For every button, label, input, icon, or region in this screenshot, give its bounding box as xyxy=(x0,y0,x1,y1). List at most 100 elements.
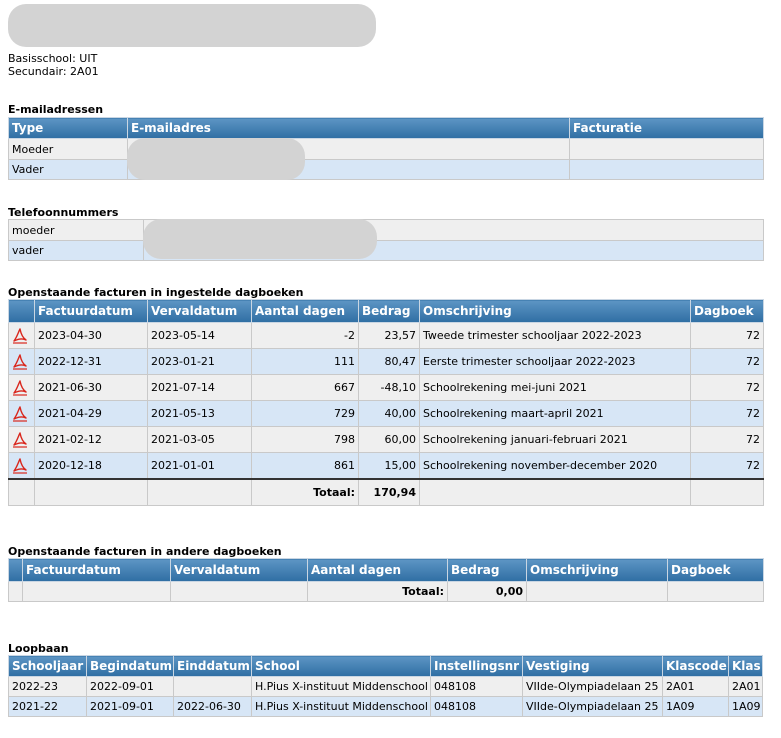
journal: 72 xyxy=(690,426,764,453)
career-vestiging: VIIde-Olympiadelaan 25 xyxy=(522,696,663,717)
career-einddatum: 2022-06-30 xyxy=(173,696,252,717)
header-school[interactable]: School xyxy=(251,655,431,677)
header-dagboek[interactable]: Dagboek xyxy=(690,299,764,323)
career-schooljaar: 2021-22 xyxy=(8,696,87,717)
amount: 40,00 xyxy=(358,400,420,427)
pdf-icon-cell[interactable] xyxy=(8,348,35,375)
journal: 72 xyxy=(690,452,764,480)
pdf-icon[interactable] xyxy=(12,353,28,370)
secundair-text: Secundair: 2A01 xyxy=(8,65,99,78)
phone-type: vader xyxy=(8,240,144,261)
pdf-icon[interactable] xyxy=(12,405,28,422)
career-einddatum xyxy=(173,676,252,697)
basisschool-text: Basisschool: UIT xyxy=(8,52,98,65)
journal: 72 xyxy=(690,322,764,349)
days-count: 729 xyxy=(251,400,359,427)
invoice-date: 2021-04-29 xyxy=(34,400,148,427)
other-invoices-table: Factuurdatum Vervaldatum Aantal dagen Be… xyxy=(8,558,764,602)
header-einddatum[interactable]: Einddatum xyxy=(173,655,252,677)
amount: 60,00 xyxy=(358,426,420,453)
pdf-icon-cell[interactable] xyxy=(8,452,35,480)
header-vervaldatum[interactable]: Vervaldatum xyxy=(170,558,308,582)
due-date: 2021-05-13 xyxy=(147,400,252,427)
email-type: Vader xyxy=(8,159,128,180)
career-title: Loopbaan xyxy=(8,642,69,655)
table-row: moeder xyxy=(8,219,764,241)
email-type: Moeder xyxy=(8,138,128,160)
redacted-email xyxy=(127,138,305,180)
career-schooljaar: 2022-23 xyxy=(8,676,87,697)
pdf-icon[interactable] xyxy=(12,379,28,396)
due-date: 2023-01-21 xyxy=(147,348,252,375)
career-school: H.Pius X-instituut Middenschool xyxy=(251,676,431,697)
total-value: 0,00 xyxy=(447,581,527,602)
pdf-icon-cell[interactable] xyxy=(8,400,35,427)
table-row: 2022-23 2022-09-01 H.Pius X-instituut Mi… xyxy=(8,676,763,697)
career-klas: 2A01 xyxy=(728,676,763,697)
other-invoices-title: Openstaande facturen in andere dagboeken xyxy=(8,545,282,558)
header-dagboek[interactable]: Dagboek xyxy=(667,558,764,582)
table-row: vader xyxy=(8,240,764,261)
header-facturatie[interactable]: Facturatie xyxy=(569,117,764,139)
days-count: 111 xyxy=(251,348,359,375)
career-vestiging: VIIde-Olympiadelaan 25 xyxy=(522,676,663,697)
days-count: 667 xyxy=(251,374,359,401)
open-invoices-title: Openstaande facturen in ingestelde dagbo… xyxy=(8,286,304,299)
header-aantal-dagen[interactable]: Aantal dagen xyxy=(251,299,359,323)
pdf-icon-cell[interactable] xyxy=(8,322,35,349)
career-table: Schooljaar Begindatum Einddatum School I… xyxy=(8,655,763,717)
header-omschrijving[interactable]: Omschrijving xyxy=(419,299,691,323)
description: Tweede trimester schooljaar 2022-2023 xyxy=(419,322,691,349)
journal: 72 xyxy=(690,348,764,375)
invoice-date: 2021-02-12 xyxy=(34,426,148,453)
invoice-row: 2021-02-12 2021-03-05 798 60,00 Schoolrekeni… xyxy=(8,426,764,453)
header-klascode[interactable]: Klascode xyxy=(662,655,729,677)
pdf-icon[interactable] xyxy=(12,431,28,448)
pdf-icon[interactable] xyxy=(12,327,28,344)
header-klas[interactable]: Klas xyxy=(728,655,763,677)
header-type[interactable]: Type xyxy=(8,117,128,139)
header-aantal-dagen[interactable]: Aantal dagen xyxy=(307,558,448,582)
header-omschrijving[interactable]: Omschrijving xyxy=(526,558,668,582)
total-row: Totaal: 170,94 xyxy=(8,478,764,506)
amount: -48,10 xyxy=(358,374,420,401)
open-invoices-table: Factuurdatum Vervaldatum Aantal dagen Be… xyxy=(8,299,764,506)
header-factuurdatum[interactable]: Factuurdatum xyxy=(34,299,148,323)
header-begindatum[interactable]: Begindatum xyxy=(86,655,174,677)
pdf-icon[interactable] xyxy=(12,457,28,474)
description: Schoolrekening mei-juni 2021 xyxy=(419,374,691,401)
pdf-icon-cell[interactable] xyxy=(8,374,35,401)
due-date: 2023-05-14 xyxy=(147,322,252,349)
career-instellingsnr: 048108 xyxy=(430,676,523,697)
description: Eerste trimester schooljaar 2022-2023 xyxy=(419,348,691,375)
header-email[interactable]: E-mailadres xyxy=(127,117,570,139)
total-value: 170,94 xyxy=(358,478,420,506)
journal: 72 xyxy=(690,374,764,401)
days-count: 861 xyxy=(251,452,359,480)
phone-type: moeder xyxy=(8,219,144,241)
career-instellingsnr: 048108 xyxy=(430,696,523,717)
email-facturatie xyxy=(569,138,764,160)
header-schooljaar[interactable]: Schooljaar xyxy=(8,655,87,677)
due-date: 2021-01-01 xyxy=(147,452,252,480)
header-bedrag[interactable]: Bedrag xyxy=(358,299,420,323)
header-instellingsnr[interactable]: Instellingsnr xyxy=(430,655,523,677)
amount: 80,47 xyxy=(358,348,420,375)
invoice-date: 2021-06-30 xyxy=(34,374,148,401)
emails-table: Type E-mailadres Facturatie Moeder Vader xyxy=(8,117,764,180)
journal: 72 xyxy=(690,400,764,427)
invoice-row: 2022-12-31 2023-01-21 111 80,47 Eerste trime… xyxy=(8,348,764,375)
table-row: Moeder xyxy=(8,138,764,160)
pdf-icon-cell[interactable] xyxy=(8,426,35,453)
invoice-row: 2023-04-30 2023-05-14 -2 23,57 Tweede trimes… xyxy=(8,322,764,349)
header-vervaldatum[interactable]: Vervaldatum xyxy=(147,299,252,323)
header-icon xyxy=(8,558,23,582)
header-vestiging[interactable]: Vestiging xyxy=(522,655,663,677)
table-row: 2021-22 2021-09-01 2022-06-30 H.Pius X-i… xyxy=(8,696,763,717)
header-factuurdatum[interactable]: Factuurdatum xyxy=(22,558,171,582)
amount: 23,57 xyxy=(358,322,420,349)
email-facturatie xyxy=(569,159,764,180)
header-bedrag[interactable]: Bedrag xyxy=(447,558,527,582)
phones-title: Telefoonnummers xyxy=(8,206,119,219)
invoice-row: 2020-12-18 2021-01-01 861 15,00 Schoolrekeni… xyxy=(8,452,764,480)
